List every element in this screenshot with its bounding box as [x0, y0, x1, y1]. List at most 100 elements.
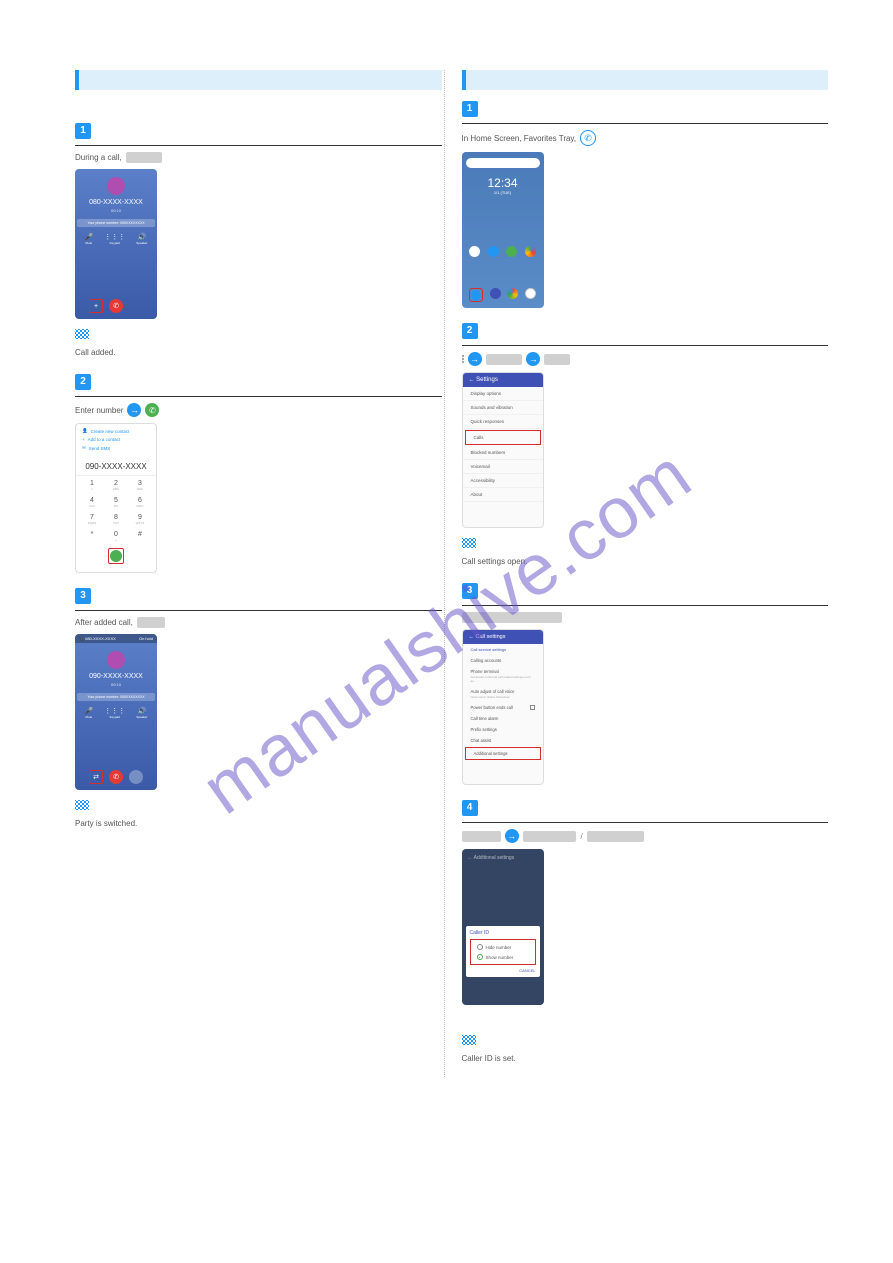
settings-chip: Settings — [486, 354, 523, 365]
mute-button: 🎤Mute — [85, 233, 94, 245]
show-number-radio: Show number — [473, 952, 533, 962]
keypad: 1∞2ABC3DEF 4GHI5JKL6MNO 7PQRS8TUV9WXYZ *… — [76, 476, 156, 546]
step-divider — [75, 145, 442, 146]
camera-icon — [525, 288, 536, 299]
step-3-left: 3 After added call, Swap 📞 080-XXXX-XXXX… — [75, 585, 442, 828]
step-text: During a call, — [75, 153, 122, 162]
speaker-button: 🔊Speaker — [136, 233, 147, 245]
avatar-icon — [107, 651, 125, 669]
section-header-left — [75, 70, 442, 90]
call-screen-mockup-1: 080-XXXX-XXXX 00:10 Your phone number: 0… — [75, 169, 157, 319]
step-divider — [462, 345, 829, 346]
caller-id-chip: Caller ID — [462, 831, 501, 842]
dialog-title: Caller ID — [470, 930, 536, 936]
merge-icon — [129, 770, 143, 784]
clock-widget: 12:341/1 (TUE) — [462, 176, 544, 195]
result-text: Call settings open. — [462, 557, 829, 566]
call-number: 090-XXXX-XXXX — [75, 673, 157, 680]
menu-dots-icon — [462, 355, 464, 363]
settings-item: Quick responses — [463, 415, 543, 429]
settings-header: ← Settings — [463, 373, 543, 387]
call-screen-mockup-2: 📞 080-XXXX-XXXXOn hold 090-XXXX-XXXX 00:… — [75, 634, 157, 790]
step-text: After added call, — [75, 618, 133, 627]
end-call-button: ✆ — [109, 770, 123, 784]
step-number: 3 — [75, 588, 91, 604]
phone-icon: ✆ — [145, 403, 159, 417]
call-time: 00:10 — [75, 208, 157, 213]
step-divider — [462, 605, 829, 606]
step-1-right: 1 In Home Screen, Favorites Tray, ✆ 12:3… — [462, 98, 829, 308]
right-column: 1 In Home Screen, Favorites Tray, ✆ 12:3… — [452, 70, 839, 1077]
dialer-mockup: 👤Create new contact +Add to a contact ✉S… — [75, 423, 157, 573]
step-1-left: 1 During a call, Add call 080-XXXX-XXXX … — [75, 120, 442, 357]
send-sms-link: ✉Send SMS — [82, 445, 150, 451]
arrow-icon: → — [505, 829, 519, 843]
settings-item: Auto adjust of call voiceClear voice: St… — [463, 686, 543, 702]
settings-item: Sounds and vibration — [463, 401, 543, 415]
result-flag-icon — [462, 538, 476, 548]
step-content: Enter number → ✆ — [75, 403, 442, 417]
step-number: 3 — [462, 583, 478, 599]
left-column: 1 During a call, Add call 080-XXXX-XXXX … — [65, 70, 452, 1077]
result-flag-icon — [75, 800, 89, 810]
step-content: Caller ID → Hide number / Show number — [462, 829, 829, 843]
dialed-number: 090-XXXX-XXXX — [76, 458, 156, 476]
avatar-icon — [107, 177, 125, 195]
step-text: In Home Screen, Favorites Tray, — [462, 134, 577, 143]
calls-highlight: Calls — [465, 430, 541, 445]
settings-item: Calling accounts — [463, 655, 543, 666]
step-number: 2 — [75, 374, 91, 390]
phone-app-highlight — [469, 288, 483, 302]
dial-button-highlight — [108, 548, 124, 564]
hide-number-radio: Hide number — [473, 942, 533, 952]
call-time: 00:10 — [75, 682, 157, 687]
app-icon — [488, 246, 499, 257]
chrome-icon — [507, 288, 518, 299]
step-divider — [75, 610, 442, 611]
keypad-button: ⋮⋮⋮Keypad — [104, 707, 125, 719]
settings-item: Power button ends call — [463, 702, 543, 713]
create-contact-link: 👤Create new contact — [82, 428, 150, 434]
home-screen-mockup: 12:341/1 (TUE) — [462, 152, 544, 308]
calls-chip: Calls — [544, 354, 570, 365]
settings-item: Accessibility — [463, 474, 543, 488]
settings-item: Phone terminalAutomatic outbound call re… — [463, 666, 543, 686]
add-contact-link: +Add to a contact — [82, 437, 150, 442]
step-number: 1 — [462, 101, 478, 117]
keypad-button: ⋮⋮⋮Keypad — [104, 233, 125, 245]
info-bar: Your phone number: 090XXXXXXXX — [77, 219, 155, 227]
settings-item: Voicemail — [463, 460, 543, 474]
caller-id-dialog: Caller ID Hide number Show number CANCEL — [466, 926, 540, 977]
app-icon — [506, 246, 517, 257]
step-content: → Settings → Calls — [462, 352, 829, 366]
call-number: 080-XXXX-XXXX — [75, 199, 157, 206]
result-flag-icon — [462, 1035, 476, 1045]
additional-settings-highlight: Additional settings — [465, 747, 541, 760]
call-settings-mockup: ← Call settings Call service settings Ca… — [462, 629, 544, 785]
section-desc-left — [75, 98, 442, 108]
step-text: Enter number — [75, 406, 123, 415]
result-text: Party is switched. — [75, 819, 442, 828]
arrow-icon: → — [526, 352, 540, 366]
step-4-right: 4 Caller ID → Hide number / Show number … — [462, 797, 829, 1063]
dialog-options-highlight: Hide number Show number — [470, 939, 536, 965]
info-bar: Your phone number: 090XXXXXXXX — [77, 693, 155, 701]
step-number: 2 — [462, 323, 478, 339]
step-3-right: 3 Additional settings ← Call settings Ca… — [462, 580, 829, 785]
step-content: Additional settings — [462, 612, 829, 623]
app-icon — [490, 288, 501, 299]
result-flag-icon — [75, 329, 89, 339]
settings-item: Display options — [463, 387, 543, 401]
swap-highlight: ⇄ — [89, 770, 103, 784]
additional-settings-chip: Additional settings — [462, 612, 563, 623]
column-divider — [444, 70, 445, 1077]
settings-item: Call time alarm — [463, 713, 543, 724]
dial-button-wrap — [76, 546, 156, 566]
step-content: During a call, Add call — [75, 152, 442, 163]
step-divider — [462, 822, 829, 823]
result-text: Caller ID is set. — [462, 1054, 829, 1063]
speaker-button: 🔊Speaker — [136, 707, 147, 719]
arrow-icon: → — [468, 352, 482, 366]
show-number-chip: Show number — [587, 831, 644, 842]
step-number: 1 — [75, 123, 91, 139]
